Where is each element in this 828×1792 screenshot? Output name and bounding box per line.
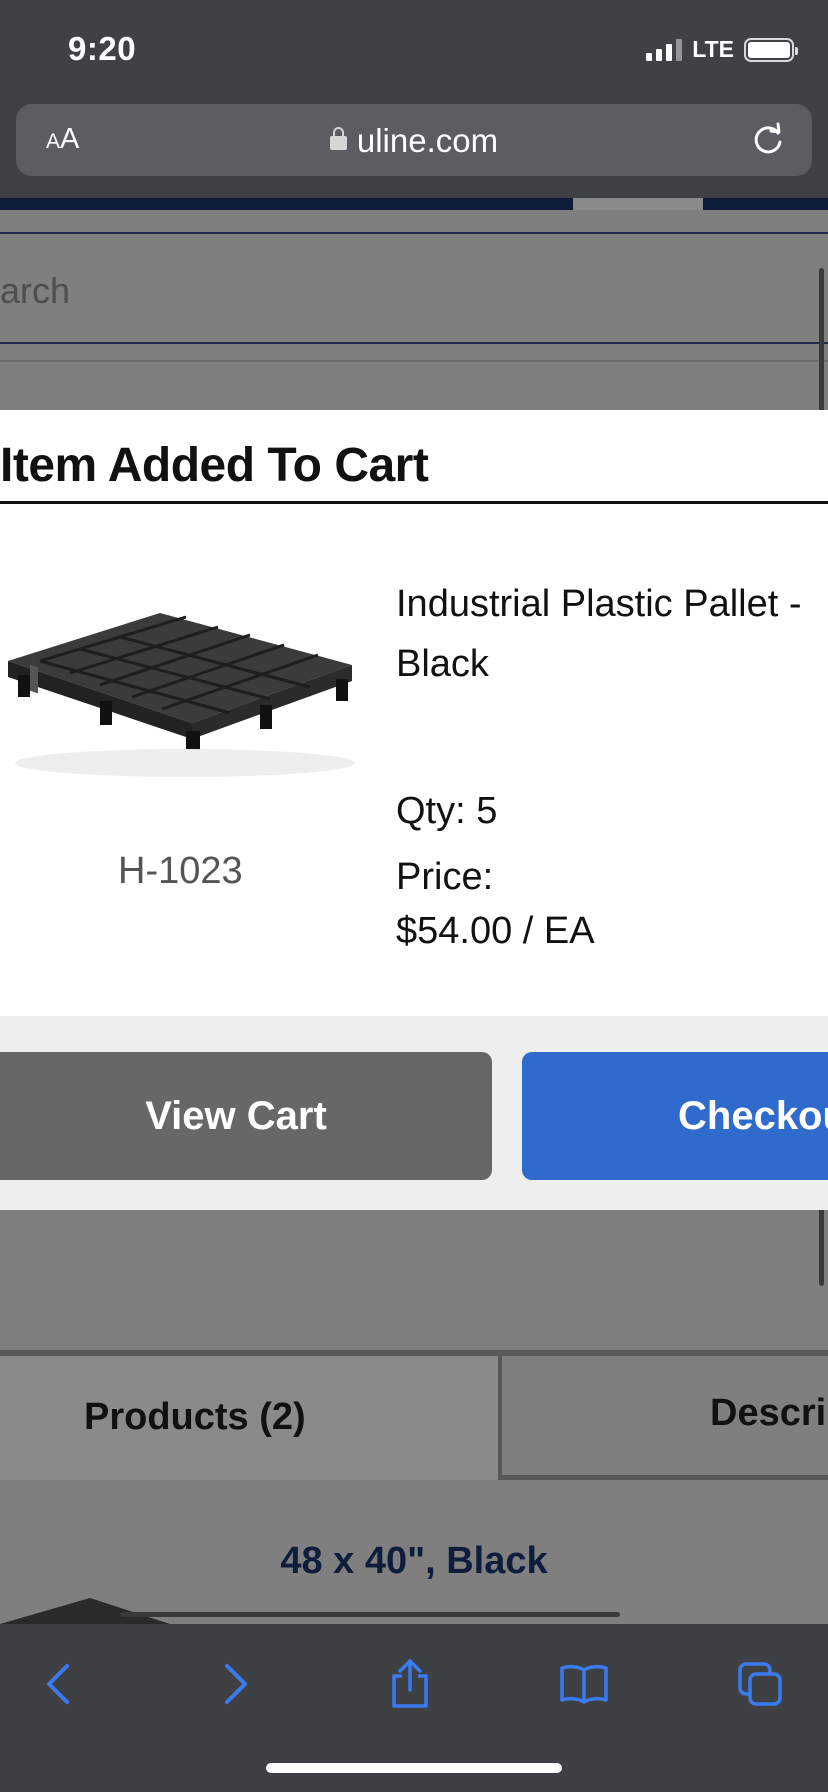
home-indicator[interactable] xyxy=(266,1763,562,1773)
lock-icon xyxy=(329,127,347,150)
tabs-icon[interactable] xyxy=(730,1654,790,1714)
divider xyxy=(0,360,828,362)
tab-products-label: Products (2) xyxy=(84,1396,306,1438)
pallet-product-image xyxy=(8,613,355,777)
variant-label[interactable]: 48 x 40", Black xyxy=(0,1540,828,1583)
modal-footer: View Cart Checkout xyxy=(0,1016,828,1210)
view-cart-button[interactable]: View Cart xyxy=(0,1052,492,1180)
product-name: Industrial Plastic Pallet - Black xyxy=(396,583,802,685)
status-indicators: LTE xyxy=(646,36,798,63)
tab-description-label: Descri xyxy=(710,1392,827,1434)
site-header-strip xyxy=(0,198,828,210)
pallet-thumbnail xyxy=(0,1598,170,1624)
add-to-cart-modal: Item Added To Cart H-1023 Industrial Pla… xyxy=(0,410,828,1210)
price-value: $54.00 / EA xyxy=(396,910,595,952)
price-label: Price: xyxy=(396,856,494,898)
battery-icon xyxy=(744,37,798,62)
forward-icon[interactable] xyxy=(206,1654,266,1714)
modal-title: Item Added To Cart xyxy=(0,439,429,492)
bookmarks-icon[interactable] xyxy=(554,1654,614,1714)
back-icon[interactable] xyxy=(28,1654,88,1714)
status-time: 9:20 xyxy=(68,30,137,67)
browser-chrome: 9:20 LTE AA uline.com xyxy=(0,0,828,198)
share-icon[interactable] xyxy=(380,1654,440,1714)
address-bar[interactable]: AA uline.com xyxy=(16,104,812,176)
site-search-input[interactable]: arch xyxy=(0,232,828,344)
product-sku: H-1023 xyxy=(118,850,243,892)
tab-description[interactable]: Descri xyxy=(502,1356,828,1480)
modal-divider xyxy=(0,501,828,504)
network-label: LTE xyxy=(692,36,734,62)
product-quantity: Qty: 5 xyxy=(396,790,498,832)
search-placeholder: arch xyxy=(0,270,71,311)
checkout-button[interactable]: Checkout xyxy=(522,1052,828,1180)
url-text: uline.com xyxy=(356,122,499,159)
signal-icon xyxy=(646,38,683,61)
url-display[interactable]: uline.com xyxy=(16,122,812,160)
horizontal-scrollbar xyxy=(120,1612,620,1617)
reload-icon[interactable] xyxy=(750,122,786,158)
tab-products[interactable]: Products (2) xyxy=(0,1356,502,1480)
